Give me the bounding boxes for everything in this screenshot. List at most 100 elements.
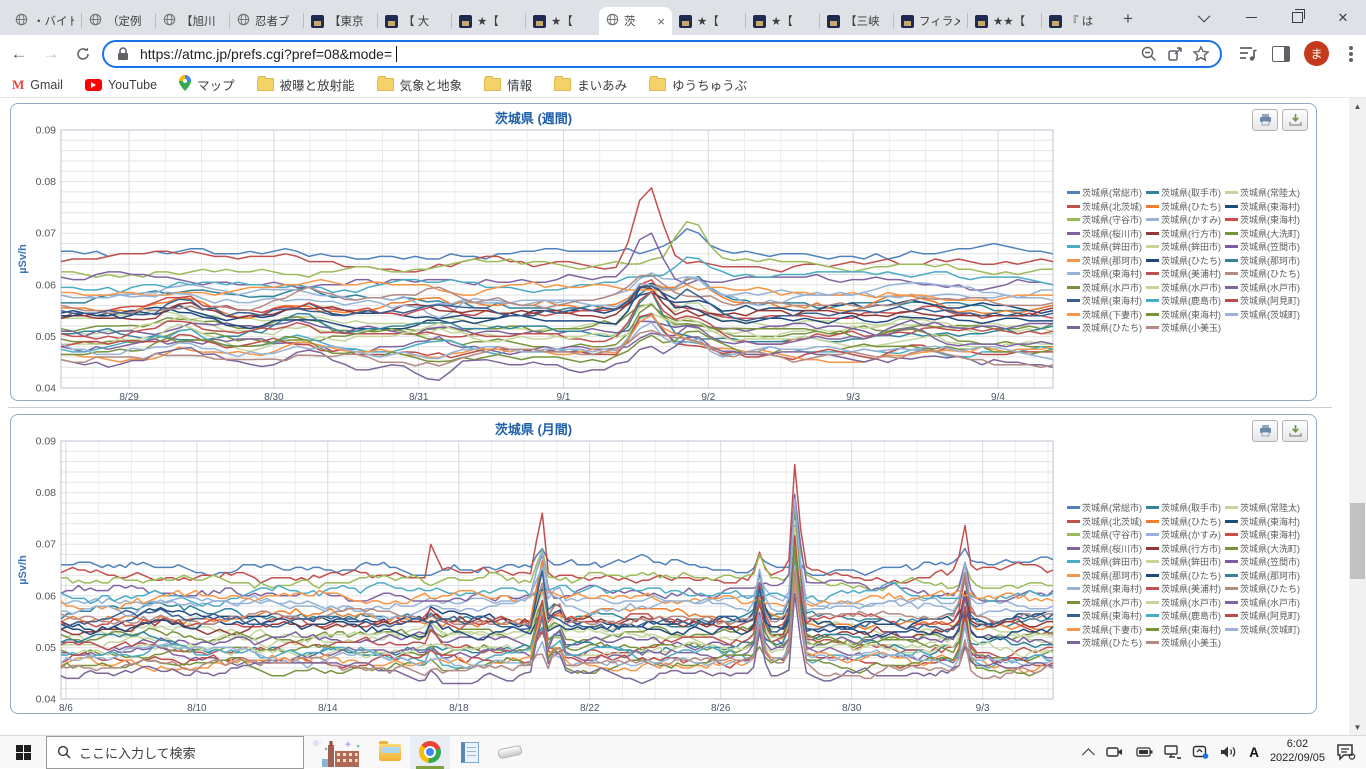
browser-tab[interactable]: ★【 (746, 7, 819, 35)
browser-tab[interactable]: 茨 × (599, 7, 672, 35)
scrollbar-thumb[interactable] (1350, 503, 1365, 579)
print-chart-button[interactable] (1252, 109, 1278, 131)
board-favicon (533, 14, 546, 28)
legend-label: 茨城県(北茨城) (1082, 516, 1142, 527)
legend-item: 茨城県(鉾田市) (1146, 555, 1225, 569)
bookmark-star-icon[interactable] (1192, 44, 1210, 63)
action-center-icon[interactable] (1336, 743, 1356, 761)
url-text[interactable]: https://atmc.jp/prefs.cgi?pref=08&mode= (140, 46, 392, 62)
bookmark-item[interactable]: 被曝と放射能 (256, 75, 355, 94)
zoom-out-icon[interactable] (1140, 45, 1158, 63)
browser-tab[interactable]: フィラメ (894, 7, 967, 35)
pinned-app-button[interactable] (490, 736, 530, 769)
download-icon (1288, 425, 1302, 437)
ime-mode-indicator[interactable]: A (1249, 745, 1259, 760)
legend-swatch (1225, 546, 1238, 550)
bookmark-item[interactable]: ゆうちゅうぶ (649, 75, 747, 94)
bookmark-item[interactable]: 情報 (484, 75, 532, 94)
legend-swatch (1146, 272, 1159, 276)
legend-item: 茨城県(水戸市) (1146, 596, 1225, 610)
legend-swatch (1067, 519, 1080, 523)
notepad-button[interactable] (450, 736, 490, 769)
back-button[interactable]: ← (6, 41, 32, 67)
volume-icon[interactable] (1220, 745, 1238, 759)
legend-label: 茨城県(取手市) (1161, 503, 1221, 514)
bookmark-item[interactable]: M Gmail (12, 77, 63, 93)
browser-tab[interactable]: 【東京 (304, 7, 377, 35)
reload-button[interactable] (70, 41, 96, 67)
browser-tab[interactable]: 【 大 (378, 7, 451, 35)
legend-item: 茨城県(ひたち) (1225, 582, 1304, 596)
scroll-down-arrow[interactable]: ▼ (1349, 719, 1366, 735)
bookmark-item[interactable]: まいあみ (554, 75, 627, 94)
side-panel-icon[interactable] (1272, 45, 1290, 62)
legend-label: 茨城県(下妻市) (1082, 624, 1142, 635)
new-tab-button[interactable]: + (1115, 6, 1141, 32)
browser-tab[interactable]: 『 は (1042, 7, 1115, 35)
svg-text:0.05: 0.05 (36, 331, 57, 343)
browser-tab[interactable]: 忍者ブ (230, 7, 303, 35)
legend-item: 茨城県(守谷市) (1067, 528, 1146, 542)
print-chart-button[interactable] (1252, 420, 1278, 442)
browser-menu-icon[interactable] (1349, 51, 1353, 56)
scroll-up-arrow[interactable]: ▲ (1349, 98, 1366, 114)
network-icon[interactable] (1164, 745, 1182, 759)
tab-label: 忍者ブ (255, 16, 290, 28)
meet-now-icon[interactable] (1106, 745, 1124, 759)
legend-swatch (1146, 312, 1159, 316)
board-favicon (827, 14, 840, 28)
tab-label: 【東京 (329, 16, 364, 28)
news-widget-button[interactable] (304, 736, 370, 769)
legend-item: 茨城県(ひたち) (1067, 636, 1146, 650)
page-scrollbar[interactable]: ▲ ▼ (1349, 98, 1366, 735)
legend-label: 茨城県(ひたち) (1161, 201, 1221, 212)
taskbar-clock[interactable]: 6:02 2022/09/05 (1270, 738, 1325, 766)
browser-tab[interactable]: （定例 (82, 7, 155, 35)
bookmark-item[interactable]: YouTube (84, 78, 157, 92)
taskbar-search-box[interactable]: ここに入力して検索 (46, 735, 304, 769)
share-icon[interactable] (1166, 45, 1184, 63)
tray-overflow-chevron-icon[interactable] (1082, 747, 1095, 761)
battery-icon[interactable] (1135, 746, 1153, 758)
bookmark-item[interactable]: 気象と地象 (376, 75, 462, 94)
tab-search-chevron-icon[interactable] (1182, 0, 1228, 35)
legend-label: 茨城県(常陸太) (1240, 503, 1300, 514)
download-chart-button[interactable] (1282, 420, 1308, 442)
tab-label: ・バイト (33, 16, 74, 28)
minimize-button[interactable] (1228, 0, 1274, 35)
chrome-button[interactable] (410, 735, 450, 769)
file-explorer-button[interactable] (370, 736, 410, 769)
browser-tab[interactable]: 【三峡 (820, 7, 893, 35)
legend-label: 茨城県(守谷市) (1082, 215, 1142, 226)
close-button[interactable]: ✕ (1320, 0, 1366, 35)
media-controls-icon[interactable] (1238, 45, 1258, 63)
browser-tab[interactable]: ★【 (452, 7, 525, 35)
legend-label: 茨城県(ひたち) (1240, 584, 1300, 595)
legend-item: 茨城県(大洗町) (1225, 227, 1304, 241)
legend-item: 茨城県(ひたち) (1225, 267, 1304, 281)
clock-date: 2022/09/05 (1269, 752, 1325, 764)
browser-tab[interactable]: ★【 (672, 7, 745, 35)
url-bar[interactable]: https://atmc.jp/prefs.cgi?pref=08&mode= (102, 39, 1222, 68)
tab-close-icon[interactable]: × (657, 14, 665, 29)
bookmark-item[interactable]: マップ (179, 75, 235, 94)
start-button[interactable] (0, 736, 46, 769)
legend-label: 茨城県(ひたち) (1161, 570, 1221, 581)
restore-button[interactable] (1274, 0, 1320, 35)
download-chart-button[interactable] (1282, 109, 1308, 131)
tab-label: （定例 (107, 16, 142, 28)
browser-tab[interactable]: ★【 (526, 7, 599, 35)
browser-tab[interactable]: 【旭川 (156, 7, 229, 35)
forward-button[interactable]: → (38, 41, 64, 67)
legend-swatch (1225, 573, 1238, 577)
windows-update-icon[interactable] (1192, 745, 1209, 759)
svg-text:8/30: 8/30 (264, 392, 284, 403)
legend-swatch (1067, 600, 1080, 604)
legend-swatch (1225, 204, 1238, 208)
profile-avatar[interactable]: ま (1304, 41, 1329, 66)
legend-item: 茨城県(那珂市) (1067, 569, 1146, 583)
printer-icon (1259, 425, 1271, 437)
browser-tab[interactable]: ★★【 (968, 7, 1041, 35)
browser-tab[interactable]: ・バイト (8, 7, 81, 35)
globe-favicon (89, 13, 102, 29)
